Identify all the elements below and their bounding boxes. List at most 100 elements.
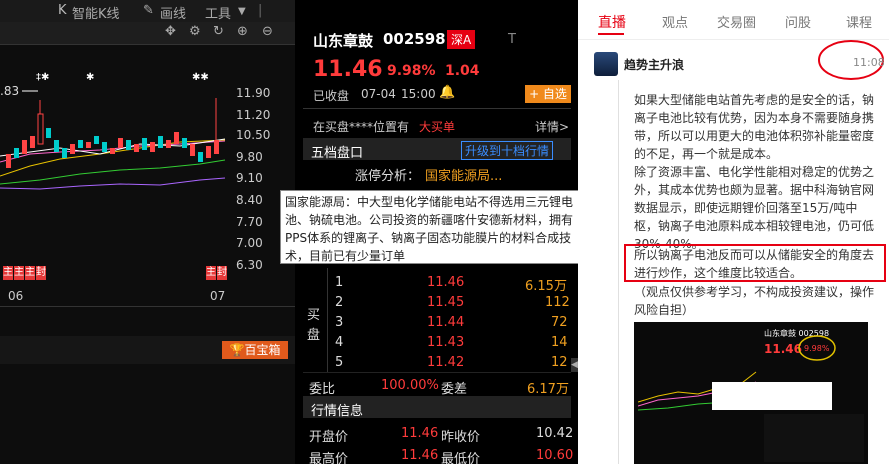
candles <box>6 98 219 168</box>
divider <box>303 108 571 109</box>
post-paragraph: 如果大型储能电站首先考虑的是安全的话，钠离子电池比较有优势，因为本身不需要随身携… <box>634 93 875 161</box>
stock-name: 山东章鼓 <box>313 32 374 50</box>
smart-k-button[interactable]: 智能K线 <box>72 3 120 22</box>
active-tab-indicator <box>598 33 624 35</box>
post-screenshot-thumbnail[interactable]: 山东章鼓 002598 11.46 9.98% <box>634 322 868 464</box>
market-status: 已收盘 <box>313 89 350 103</box>
add-watchlist-button[interactable]: + 自选 <box>525 85 571 103</box>
limit-reason-tooltip: 国家能源局：中大型电化学储能电站不得选用三元锂电池、钠硫电池。公司投资的新疆喀什… <box>280 190 580 264</box>
prev-close-value: 10.42 <box>536 426 574 441</box>
order-diff-label: 委差 <box>441 382 468 397</box>
post-paragraph: 除了资源丰富、电化学性能相对稳定的优势之外，其成本优势也颇为显著。据中科海钠官网… <box>634 165 875 251</box>
bid-price: 11.43 <box>427 335 465 350</box>
limit-up-badge: 主 <box>206 266 216 280</box>
buy-position-text: 在买盘****位置有 <box>313 120 410 134</box>
zoom-in-icon[interactable]: ⊕ <box>237 24 248 39</box>
gear-icon[interactable]: ⚙ <box>189 24 201 39</box>
event-marker: ✱✱ <box>192 72 209 83</box>
tab-course[interactable]: 课程 <box>846 12 872 31</box>
kline-chart-panel: K 智能K线 ✎ 画线 工具 ▼ | ✥ ⚙ ↻ ⊕ ⊖ ‡✱ ✱ ✱✱ 11.… <box>0 0 295 464</box>
ma-line-green <box>0 159 226 185</box>
move-icon[interactable]: ✥ <box>165 24 176 39</box>
price-tick: 7.70 <box>236 215 263 229</box>
post-time: 11:08 <box>853 56 885 69</box>
bid-volume: 72 <box>551 315 568 330</box>
tab-live[interactable]: 直播 <box>598 12 626 32</box>
divider <box>0 306 295 307</box>
limit-analysis-value[interactable]: 国家能源局... <box>425 165 502 184</box>
divider <box>327 268 328 372</box>
event-marker: ✱ <box>86 72 94 83</box>
tab-ask-stock[interactable]: 问股 <box>785 12 811 31</box>
pencil-icon: ✎ <box>143 3 154 18</box>
tools-menu[interactable]: 工具 <box>205 3 231 22</box>
bid-side-label: 盘 <box>307 328 321 343</box>
bid-volume: 6.15万 <box>525 279 567 294</box>
bid-price: 11.46 <box>427 275 465 290</box>
current-price: 11.46 <box>313 57 383 82</box>
market-badge: 深A <box>447 30 476 49</box>
separator: | <box>258 3 263 18</box>
bid-level: 1 <box>335 275 344 290</box>
limit-up-badge: 主 <box>14 266 24 280</box>
thumb-orderbook <box>764 414 864 462</box>
chevron-down-icon[interactable]: ▼ <box>238 6 246 17</box>
tab-views[interactable]: 观点 <box>662 12 688 31</box>
tab-trading-circle[interactable]: 交易圈 <box>717 12 756 31</box>
author-name[interactable]: 趋势主升浪 <box>624 56 684 73</box>
price-tick: 10.50 <box>236 128 271 142</box>
order-ratio-value: 100.00% <box>381 378 439 393</box>
chart-top-toolbar: K 智能K线 ✎ 画线 工具 ▼ | <box>0 0 295 22</box>
bid-side-label: 买 <box>307 308 321 323</box>
social-feed-panel: 直播 观点 交易圈 问股 课程 趋势主升浪 11:08 如果大型储能电站首先考虑… <box>578 0 889 464</box>
bell-icon[interactable]: 🔔 <box>439 85 455 100</box>
date-label: 07 <box>210 289 226 303</box>
price-tick: 7.00 <box>236 236 263 250</box>
open-price-value: 11.46 <box>401 426 439 441</box>
quote-time: 15:00 <box>401 87 436 101</box>
price-tick: 11.90 <box>236 86 271 100</box>
refresh-icon[interactable]: ↻ <box>213 24 224 39</box>
limit-up-badge: 封 <box>217 266 227 280</box>
big-buy-badge: 大买单 <box>419 120 456 134</box>
low-price-value: 10.60 <box>536 448 574 463</box>
draw-line-button[interactable]: 画线 <box>160 3 186 22</box>
bid-price: 11.42 <box>427 355 465 370</box>
post-disclaimer: （观点仅供参考学习，不构成投资建议，操作风险自担） <box>634 285 875 317</box>
limit-up-badge: 封 <box>36 266 46 280</box>
treasure-box-label: 百宝箱 <box>244 343 281 357</box>
stock-code: 002598 <box>383 30 446 48</box>
smart-k-icon: K <box>58 3 67 18</box>
t-flag: T <box>508 32 516 47</box>
limit-up-badge: 主 <box>25 266 35 280</box>
five-level-title: 五档盘口 <box>311 146 364 161</box>
prev-close-label: 昨收价 <box>441 430 481 445</box>
bid-level: 2 <box>335 295 344 310</box>
price-tick: 9.80 <box>236 150 263 164</box>
collapse-arrow-icon[interactable]: ◀ <box>571 358 578 372</box>
price-tick: 6.30 <box>236 258 263 272</box>
thumb-tooltip <box>712 382 832 410</box>
bid-volume: 14 <box>551 335 568 350</box>
limit-analysis-label: 涨停分析： <box>355 169 421 184</box>
zoom-out-icon[interactable]: ⊖ <box>262 24 273 39</box>
high-price-label: 最高价 <box>309 452 349 464</box>
limit-up-badge: 主 <box>3 266 13 280</box>
chart-control-bar: ✥ ⚙ ↻ ⊕ ⊖ <box>0 22 295 45</box>
thumb-circle-annotation <box>798 335 836 361</box>
detail-link[interactable]: 详情> <box>535 118 569 135</box>
post-highlight: 所以钠离子电池反而可以从储能安全的角度去进行炒作，这个维度比较适合。 <box>634 248 875 280</box>
bid-level: 5 <box>335 355 344 370</box>
treasure-box-button[interactable]: 🏆百宝箱 <box>222 341 288 359</box>
tooltip-text: 国家能源局：中大型电化学储能电站不得选用三元锂电池、钠硫电池。公司投资的新疆喀什… <box>285 195 574 263</box>
avatar[interactable] <box>594 52 618 76</box>
trophy-icon: 🏆 <box>229 343 245 357</box>
event-marker: ‡✱ <box>36 72 49 83</box>
high-price-value: 11.46 <box>401 448 439 463</box>
upgrade-ten-level-button[interactable]: 升级到十档行情 <box>461 141 554 160</box>
bid-price: 11.44 <box>427 315 465 330</box>
order-ratio-label: 委比 <box>309 382 336 397</box>
low-price-label: 最低价 <box>441 452 481 464</box>
prev-high-label: .83 <box>0 84 20 98</box>
bid-price: 11.45 <box>427 295 465 310</box>
